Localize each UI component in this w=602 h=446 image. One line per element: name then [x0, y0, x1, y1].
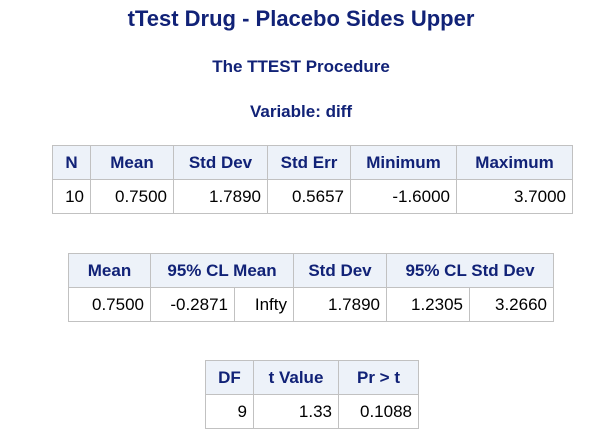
- column-header-t-value: t Value: [253, 360, 339, 395]
- table-header-row: Mean 95% CL Mean Std Dev 95% CL Std Dev: [68, 253, 554, 288]
- column-header-mean: Mean: [90, 145, 174, 180]
- cell-t-value: 1.33: [253, 394, 339, 429]
- report-title: tTest Drug - Placebo Sides Upper: [127, 6, 475, 31]
- column-header-mean: Mean: [68, 253, 151, 288]
- cell-std-dev: 1.7890: [173, 179, 268, 214]
- column-header-std-dev: Std Dev: [293, 253, 387, 288]
- cell-cl-std-dev-lower: 1.2305: [386, 287, 470, 322]
- procedure-title: The TTEST Procedure: [212, 57, 390, 76]
- column-header-std-dev: Std Dev: [173, 145, 268, 180]
- cell-p-value: 0.1088: [338, 394, 419, 429]
- variable-title: Variable: diff: [249, 102, 353, 121]
- cell-cl-mean-lower: -0.2871: [150, 287, 235, 322]
- cell-cl-std-dev-upper: 3.2660: [469, 287, 554, 322]
- column-header-minimum: Minimum: [350, 145, 457, 180]
- cell-std-err: 0.5657: [267, 179, 351, 214]
- column-header-95-cl-mean: 95% CL Mean: [150, 253, 294, 288]
- table-row: 0.7500 -0.2871 Infty 1.7890 1.2305 3.266…: [68, 287, 554, 322]
- table-row: 10 0.7500 1.7890 0.5657 -1.6000 3.7000: [52, 179, 573, 214]
- confidence-limits-table: Mean 95% CL Mean Std Dev 95% CL Std Dev …: [68, 253, 554, 322]
- column-header-p-value: Pr > t: [338, 360, 419, 395]
- table-row: 9 1.33 0.1088: [205, 394, 419, 429]
- column-header-95-cl-std-dev: 95% CL Std Dev: [386, 253, 554, 288]
- column-header-df: DF: [205, 360, 254, 395]
- cell-maximum: 3.7000: [456, 179, 573, 214]
- column-header-std-err: Std Err: [267, 145, 351, 180]
- table-header-row: DF t Value Pr > t: [205, 360, 419, 395]
- statistics-table: N Mean Std Dev Std Err Minimum Maximum 1…: [52, 145, 573, 214]
- column-header-maximum: Maximum: [456, 145, 573, 180]
- t-test-table: DF t Value Pr > t 9 1.33 0.1088: [205, 360, 419, 429]
- cell-cl-mean-upper: Infty: [234, 287, 294, 322]
- cell-std-dev: 1.7890: [293, 287, 387, 322]
- column-header-n: N: [52, 145, 91, 180]
- cell-n: 10: [52, 179, 91, 214]
- cell-minimum: -1.6000: [350, 179, 457, 214]
- table-header-row: N Mean Std Dev Std Err Minimum Maximum: [52, 145, 573, 180]
- cell-mean: 0.7500: [90, 179, 174, 214]
- cell-mean: 0.7500: [68, 287, 151, 322]
- cell-df: 9: [205, 394, 254, 429]
